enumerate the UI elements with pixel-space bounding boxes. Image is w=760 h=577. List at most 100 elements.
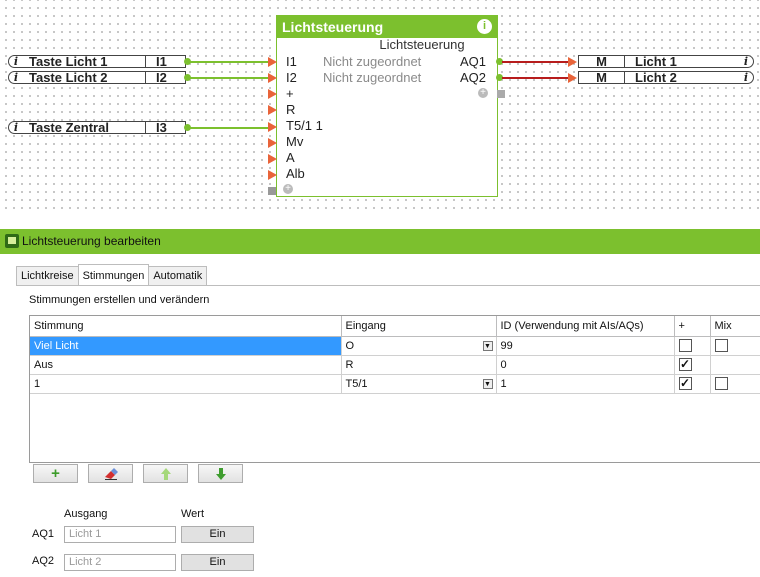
mix-checkbox[interactable]: [714, 339, 728, 352]
eingang-value: O: [345, 339, 355, 352]
cell-stimmung[interactable]: Viel Licht: [30, 336, 342, 356]
column-header-plus[interactable]: +: [674, 316, 711, 337]
ausgang-field-aq1[interactable]: Licht 1: [64, 526, 176, 543]
delete-button[interactable]: [88, 464, 133, 483]
port-label: +: [286, 86, 294, 101]
eraser-icon: [104, 467, 118, 480]
block-header: Lichtsteuerung i: [277, 16, 497, 38]
input-port-triangle[interactable]: [268, 105, 277, 115]
table-toolbar: +: [33, 464, 243, 483]
info-icon[interactable]: i: [9, 121, 23, 134]
block-title: Lichtsteuerung: [282, 19, 384, 35]
cell-mix: [710, 374, 760, 394]
connection-line[interactable]: [502, 61, 568, 63]
output-name: Licht 1: [635, 54, 677, 69]
port-label: AQ1: [460, 54, 487, 69]
port-label: I2: [286, 70, 297, 85]
function-block-lichtsteuerung[interactable]: Lichtsteuerung i Lichtsteuerung I1 I2 + …: [276, 15, 498, 197]
wert-button-aq1[interactable]: Ein: [181, 526, 254, 543]
move-down-button[interactable]: [198, 464, 243, 483]
output-port-unconnected[interactable]: [497, 90, 505, 98]
input-port-triangle[interactable]: [268, 73, 277, 83]
plus-checkbox[interactable]: ✓: [678, 358, 692, 371]
output-port-triangle[interactable]: [568, 73, 577, 83]
input-port-unconnected[interactable]: [268, 187, 276, 195]
input-port-triangle[interactable]: [268, 154, 277, 164]
output-name: Licht 2: [635, 70, 677, 85]
dialog-title: Lichtsteuerung bearbeiten: [22, 234, 161, 248]
info-icon[interactable]: i: [739, 55, 753, 68]
port-label: T5/1 1: [286, 118, 323, 133]
column-header-id[interactable]: ID (Verwendung mit AIs/AQs): [496, 316, 675, 337]
input-id: I1: [145, 55, 185, 68]
cell-eingang[interactable]: T5/1 ▼: [341, 374, 497, 394]
input-block-taste-licht-2[interactable]: i Taste Licht 2 I2: [8, 70, 186, 85]
port-label: Mv: [286, 134, 304, 149]
cell-id[interactable]: 1: [496, 374, 675, 394]
wert-button-aq2[interactable]: Ein: [181, 554, 254, 571]
table-row[interactable]: 1 T5/1 ▼ 1 ✓: [30, 374, 760, 394]
add-output-icon[interactable]: +: [478, 88, 488, 98]
input-id: I2: [145, 71, 185, 84]
cell-plus: [674, 336, 711, 356]
add-input-icon[interactable]: +: [283, 184, 293, 194]
port-label: Alb: [286, 166, 305, 181]
info-icon[interactable]: i: [9, 71, 23, 84]
input-block-taste-licht-1[interactable]: i Taste Licht 1 I1: [8, 54, 186, 69]
tab-lichtkreise[interactable]: Lichtkreise: [16, 266, 79, 286]
tab-stimmungen[interactable]: Stimmungen: [77, 264, 150, 285]
input-block-taste-zentral[interactable]: i Taste Zentral I3: [8, 120, 186, 135]
dropdown-arrow-icon[interactable]: ▼: [482, 340, 493, 351]
tab-divider: [16, 285, 760, 286]
cell-stimmung[interactable]: 1: [30, 374, 342, 394]
info-icon[interactable]: i: [739, 71, 753, 84]
column-header-mix[interactable]: Mix: [710, 316, 760, 337]
function-diagram-canvas[interactable]: i Taste Licht 1 I1 i Taste Licht 2 I2 i …: [0, 0, 760, 210]
input-name: Taste Zentral: [29, 120, 109, 135]
column-header-eingang[interactable]: Eingang: [341, 316, 497, 337]
dropdown-arrow-icon[interactable]: ▼: [482, 378, 493, 389]
cell-plus: ✓: [674, 374, 711, 394]
output-block-licht-1[interactable]: M Licht 1 i: [578, 54, 754, 69]
input-port-triangle[interactable]: [268, 170, 277, 180]
stimmungen-table[interactable]: Stimmung Eingang ID (Verwendung mit AIs/…: [29, 315, 760, 463]
cell-id[interactable]: 99: [496, 336, 675, 356]
column-header-stimmung[interactable]: Stimmung: [30, 316, 342, 337]
output-port-triangle[interactable]: [568, 57, 577, 67]
port-label: R: [286, 102, 296, 117]
section-title: Stimmungen erstellen und verändern: [29, 294, 210, 306]
connection-line[interactable]: [190, 61, 270, 63]
output-block-licht-2[interactable]: M Licht 2 i: [578, 70, 754, 85]
info-icon[interactable]: i: [9, 55, 23, 68]
input-name: Taste Licht 2: [29, 70, 108, 85]
output-id: M: [579, 55, 625, 68]
edit-dialog: Lichtsteuerung bearbeiten Lichtkreise St…: [0, 229, 760, 577]
block-subtitle: Lichtsteuerung: [379, 37, 465, 52]
move-up-button[interactable]: [143, 464, 188, 483]
table-row[interactable]: Aus R 0 ✓: [30, 355, 760, 375]
cell-stimmung[interactable]: Aus: [30, 355, 342, 375]
connection-line[interactable]: [502, 77, 568, 79]
add-button[interactable]: +: [33, 464, 78, 483]
plus-checkbox[interactable]: ✓: [678, 377, 692, 390]
cell-id[interactable]: 0: [496, 355, 675, 375]
input-port-triangle[interactable]: [268, 122, 277, 132]
cell-mix: [710, 355, 760, 375]
info-icon[interactable]: i: [477, 19, 492, 34]
output-id: M: [579, 71, 625, 84]
cell-eingang[interactable]: O ▼: [341, 336, 497, 356]
input-port-triangle[interactable]: [268, 57, 277, 67]
cell-eingang[interactable]: R: [341, 355, 497, 375]
connection-line[interactable]: [190, 77, 270, 79]
mix-checkbox[interactable]: [714, 377, 728, 390]
port-label: I1: [286, 54, 297, 69]
tab-automatik[interactable]: Automatik: [148, 266, 208, 286]
input-port-triangle[interactable]: [268, 138, 277, 148]
port-label: A: [286, 150, 295, 165]
input-port-triangle[interactable]: [268, 89, 277, 99]
ausgang-field-aq2[interactable]: Licht 2: [64, 554, 176, 571]
table-row[interactable]: Viel Licht O ▼ 99: [30, 336, 760, 356]
dialog-titlebar[interactable]: Lichtsteuerung bearbeiten: [0, 229, 760, 254]
plus-checkbox[interactable]: [678, 339, 692, 352]
connection-line[interactable]: [190, 127, 270, 129]
